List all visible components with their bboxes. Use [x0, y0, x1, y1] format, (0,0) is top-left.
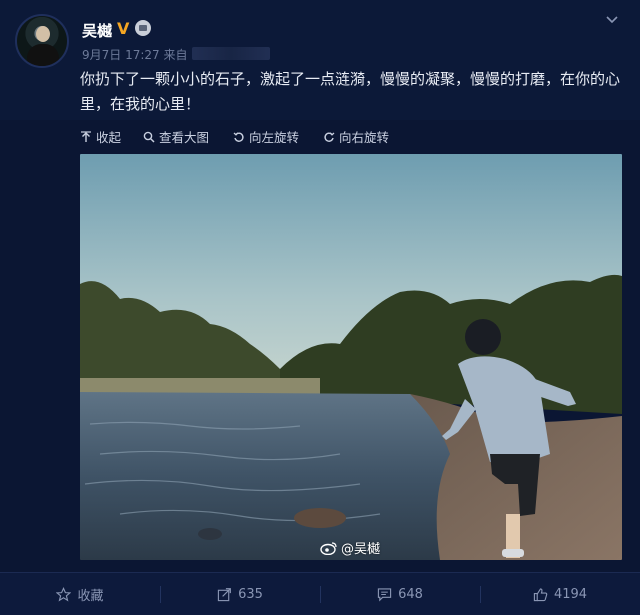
watermark-text: @吴樾 — [341, 542, 381, 557]
collapse-button[interactable]: 收起 — [80, 127, 121, 146]
like-count: 4194 — [553, 587, 588, 602]
collapse-label: 收起 — [96, 130, 122, 145]
comment-count: 648 — [398, 587, 423, 602]
favorite-button[interactable]: 收藏 — [0, 573, 160, 615]
source-redacted — [192, 47, 270, 60]
river-stone — [198, 528, 222, 540]
star-icon — [56, 587, 72, 602]
user-name[interactable]: 吴樾 — [82, 20, 112, 41]
view-large-button[interactable]: 查看大图 — [143, 127, 209, 146]
action-bar: 收藏 635 648 4194 — [0, 572, 640, 615]
river-stone — [294, 508, 346, 528]
avatar-head — [36, 26, 50, 42]
thumbs-up-icon — [533, 588, 548, 602]
rotate-left-button[interactable]: 向左旋转 — [233, 127, 299, 146]
weibo-icon — [320, 541, 337, 555]
repost-count: 635 — [238, 587, 263, 602]
rotate-right-icon — [324, 131, 335, 142]
comment-button[interactable]: 648 — [320, 573, 480, 615]
avatar-body — [27, 44, 59, 66]
weibo-watermark: @吴樾 — [320, 538, 380, 557]
post-text: 你扔下了一颗小小的石子，激起了一点涟漪，慢慢的凝聚，慢慢的打磨，在你的心里，在我… — [80, 70, 621, 113]
repost-button[interactable]: 635 — [160, 573, 320, 615]
verified-badge: V — [117, 19, 130, 38]
share-icon — [217, 588, 231, 602]
favorite-label: 收藏 — [77, 589, 104, 604]
chevron-down-icon[interactable] — [604, 12, 620, 28]
like-button[interactable]: 4194 — [480, 573, 640, 615]
image-toolbar: 收起 查看大图 向左旋转 向右旋转 — [0, 123, 640, 149]
post-meta: 9月7日 17:27 来自 — [82, 46, 188, 63]
search-icon — [143, 131, 155, 143]
crown-icon — [135, 20, 151, 36]
view-large-label: 查看大图 — [159, 130, 210, 145]
post-header: 吴樾 V 9月7日 17:27 来自 你扔下了一颗小小的石子，激起了一点涟漪，慢… — [0, 0, 640, 120]
comment-icon — [377, 588, 392, 602]
photo-scene — [80, 154, 622, 560]
rotate-left-label: 向左旋转 — [249, 130, 300, 145]
post-photo[interactable] — [80, 154, 622, 560]
rotate-left-icon — [233, 131, 244, 142]
avatar[interactable] — [15, 14, 69, 68]
river — [80, 392, 460, 560]
rotate-right-button[interactable]: 向右旋转 — [323, 127, 389, 146]
far-bank — [80, 378, 320, 394]
rotate-right-label: 向右旋转 — [339, 130, 390, 145]
source-prefix: 来自 — [163, 48, 188, 62]
collapse-icon — [81, 130, 91, 142]
post-date[interactable]: 9月7日 17:27 — [82, 48, 160, 62]
